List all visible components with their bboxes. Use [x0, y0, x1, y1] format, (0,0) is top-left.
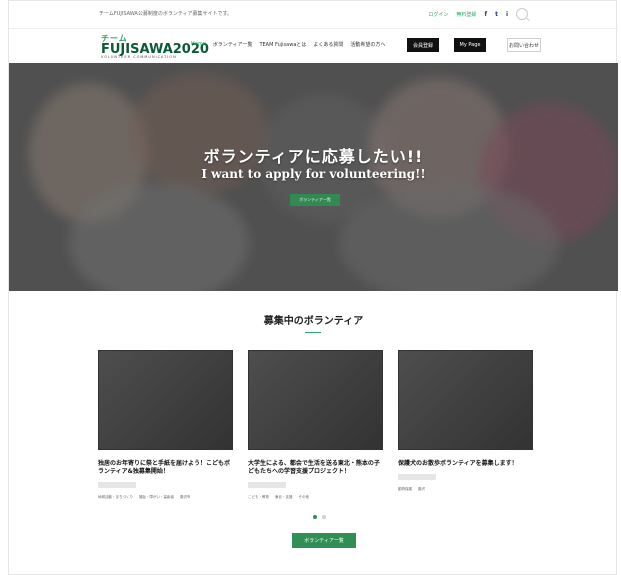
volunteer-card[interactable]: 独居のお年寄りに祭と手紙を届けよう！こどもボランティア&独募集開始！ 地域活動・… [98, 350, 233, 499]
facebook-icon[interactable]: f [484, 11, 487, 18]
card-image-shade [399, 351, 532, 449]
hero-volunteer-list-button[interactable]: ボランティア一覧 [290, 194, 340, 206]
volunteer-card-tags: 動物保護 藤沢 [398, 487, 533, 492]
volunteer-card-title[interactable]: 独居のお年寄りに祭と手紙を届けよう！こどもボランティア&独募集開始！ [98, 460, 233, 476]
volunteer-card-meta-placeholder [98, 482, 136, 488]
volunteer-card-image[interactable] [98, 350, 233, 450]
volunteer-tag[interactable]: 福祉・障がい・高齢者 [139, 495, 174, 500]
volunteer-card-meta-placeholder [248, 482, 286, 488]
volunteer-list-button[interactable]: ボランティア一覧 [292, 533, 356, 548]
site-header: チーム FUJISAWA2020 VOLUNTEER COMMUNICATION… [9, 29, 618, 64]
hero-title-en: I want to apply for volunteering!! [201, 167, 426, 181]
top-utility-bar: チームFUJISAWA公募制度のボランティア募集サイトです。 ログイン 無料登録… [9, 1, 618, 29]
volunteer-tag[interactable]: 東北・支援 [275, 495, 293, 500]
volunteer-card-title[interactable]: 大学生による、都会で生活を送る東北・熊本の子どもたちへの学習支援プロジェクト！ [248, 460, 383, 476]
volunteer-tag[interactable]: こども・教育 [248, 495, 269, 500]
top-utility-actions: ログイン 無料登録 f t i [428, 8, 528, 20]
card-image-shade [99, 351, 232, 449]
volunteer-card[interactable]: 大学生による、都会で生活を送る東北・熊本の子どもたちへの学習支援プロジェクト！ … [248, 350, 383, 499]
logo-line3: VOLUNTEER COMMUNICATION [101, 55, 177, 59]
site-tagline: チームFUJISAWA公募制度のボランティア募集サイトです。 [99, 11, 233, 17]
hero-banner: ボランティアに応募したい!! I want to apply for volun… [9, 63, 618, 291]
contact-button[interactable]: お問い合わせ [507, 38, 541, 52]
nav-volunteer-list[interactable]: ボランティア一覧 [213, 41, 253, 48]
nav-for-activity-seekers[interactable]: 活動希望の方へ [350, 41, 385, 48]
search-icon[interactable] [516, 8, 528, 20]
volunteer-tag[interactable]: 藤沢 [418, 487, 425, 492]
volunteer-tag[interactable]: その他 [299, 495, 310, 500]
main-nav: Home ボランティア一覧 TEAM Fujisawaとは よくある質問 活動希… [191, 41, 385, 48]
hero-title-ja: ボランティアに応募したい!! [203, 147, 424, 166]
page-frame: チームFUJISAWA公募制度のボランティア募集サイトです。 ログイン 無料登録… [8, 0, 618, 575]
volunteer-tag[interactable]: 藤沢市 [180, 495, 191, 500]
volunteer-card-title[interactable]: 保護犬のお散歩ボランティアを募集します！ [398, 460, 533, 468]
card-image-shade [249, 351, 382, 449]
register-button[interactable]: 会員登録 [407, 38, 439, 52]
volunteer-card-image[interactable] [248, 350, 383, 450]
nav-faq[interactable]: よくある質問 [313, 41, 343, 48]
volunteer-tag[interactable]: 動物保護 [398, 487, 412, 492]
section-title-underline [305, 332, 321, 333]
nav-about[interactable]: TEAM Fujisawaとは [259, 41, 306, 48]
instagram-icon[interactable]: i [506, 11, 508, 18]
nav-home[interactable]: Home [191, 41, 206, 48]
login-link[interactable]: ログイン [428, 11, 448, 18]
volunteer-card-tags: こども・教育 東北・支援 その他 [248, 495, 383, 500]
carousel-dot[interactable] [322, 515, 326, 519]
carousel-dot-active[interactable] [313, 515, 317, 519]
volunteer-card-tags: 地域活動・まちづくり 福祉・障がい・高齢者 藤沢市 [98, 495, 233, 500]
volunteer-card-meta-placeholder [398, 474, 436, 480]
logo-line2: FUJISAWA2020 [101, 42, 209, 57]
recruiting-section-title: 募集中のボランティア [263, 316, 364, 327]
twitter-icon[interactable]: t [495, 11, 498, 18]
carousel-pagination [313, 515, 326, 519]
volunteer-tag[interactable]: 地域活動・まちづくり [98, 495, 133, 500]
volunteer-card[interactable]: 保護犬のお散歩ボランティアを募集します！ 動物保護 藤沢 [398, 350, 533, 491]
register-link[interactable]: 無料登録 [456, 11, 476, 18]
site-logo[interactable]: チーム FUJISAWA2020 VOLUNTEER COMMUNICATION [101, 33, 209, 61]
mypage-button[interactable]: My Page [454, 38, 486, 52]
volunteer-card-image[interactable] [398, 350, 533, 450]
